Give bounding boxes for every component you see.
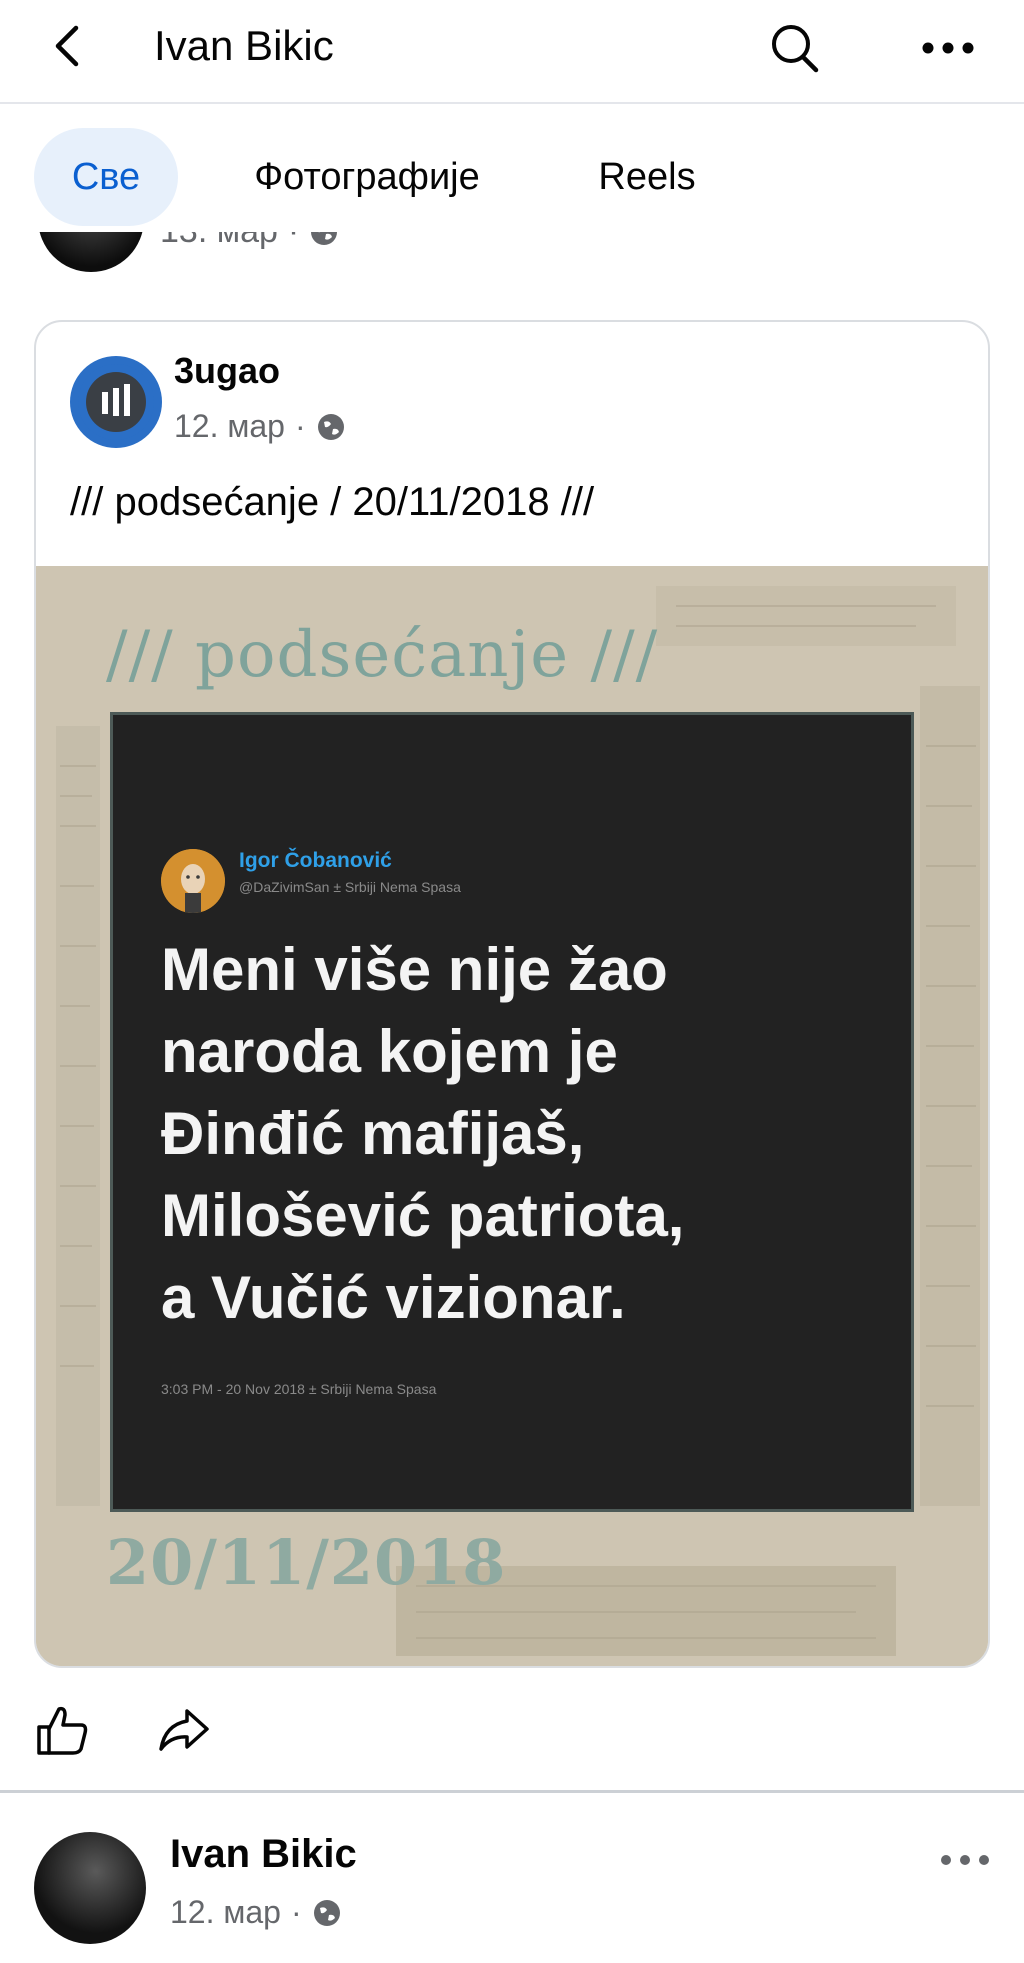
- globe-icon: [313, 1899, 340, 1926]
- tab-photos[interactable]: Фотографије: [222, 128, 512, 226]
- tweet-line: Meni više nije žao: [161, 936, 668, 1003]
- post-date[interactable]: 12. мар: [170, 1894, 281, 1931]
- post-meta: 12. мар ·: [170, 1894, 342, 1931]
- post-text: /// podsećanje / 20/11/2018 ///: [70, 480, 595, 524]
- share-icon: [159, 1709, 209, 1751]
- tweet-line: Đinđić mafijaš,: [161, 1100, 585, 1167]
- avatar[interactable]: [34, 1832, 146, 1944]
- tweet-line: Milošević patriota,: [161, 1182, 685, 1249]
- globe-icon: [317, 413, 344, 440]
- logo-icon: [78, 364, 154, 440]
- meta-separator: ·: [290, 1894, 302, 1930]
- tweet-author-avatar: [161, 849, 225, 913]
- image-title: /// podsećanje ///: [106, 618, 659, 692]
- post-meta: 13. мар ·: [160, 232, 339, 251]
- tweet-card: Igor Čobanović @DaZivimSan ± Srbiji Nema…: [110, 712, 914, 1512]
- page-name[interactable]: 3ugao: [174, 350, 280, 392]
- tweet-author-handle: @DaZivimSan ± Srbiji Nema Spasa: [239, 879, 461, 895]
- search-icon: [772, 25, 819, 73]
- more-button[interactable]: [912, 16, 984, 80]
- post-image[interactable]: /// podsećanje /// Igor Čobanović @DaZiv…: [36, 566, 988, 1666]
- globe-icon: [311, 232, 338, 245]
- avatar[interactable]: [38, 232, 144, 272]
- tweet-author-name: Igor Čobanović: [239, 849, 392, 872]
- tweet-timestamp: 3:03 PM - 20 Nov 2018 ± Srbiji Nema Spas…: [161, 1381, 437, 1397]
- meta-separator: ·: [288, 232, 299, 251]
- share-button[interactable]: [152, 1698, 216, 1762]
- post-actions: [0, 1690, 1024, 1770]
- chevron-left-icon: [55, 25, 79, 67]
- filter-tabs: Све Фотографије Reels: [0, 128, 1024, 232]
- page-title: Ivan Bikic: [154, 22, 334, 69]
- post-meta: 12. мар ·: [174, 408, 346, 445]
- more-horizontal-icon: [922, 42, 974, 54]
- meta-separator: ·: [294, 408, 306, 444]
- post-divider: [0, 1790, 1024, 1793]
- top-bar: Ivan Bikic: [0, 0, 1024, 104]
- thumbs-up-icon: [37, 1706, 88, 1755]
- next-post-header: Ivan Bikic 12. мар ·: [0, 1796, 1024, 1963]
- shared-post-card[interactable]: 3ugao 12. мар · /// podsećanje / 20/11/2…: [34, 320, 990, 1668]
- post-date[interactable]: 13. мар: [160, 232, 278, 251]
- tweet-line: a Vučić vizionar.: [161, 1264, 626, 1331]
- more-horizontal-icon: [941, 1855, 989, 1865]
- previous-post-header: 13. мар ·: [0, 232, 1024, 290]
- tweet-line: naroda kojem je: [161, 1018, 618, 1085]
- image-date: 20/11/2018: [106, 1526, 507, 1599]
- like-button[interactable]: [30, 1698, 94, 1762]
- post-more-button[interactable]: [930, 1840, 1000, 1880]
- tweet-text: Meni više nije žao naroda kojem je Đinđi…: [161, 929, 901, 1339]
- post-date[interactable]: 12. мар: [174, 408, 285, 445]
- page-avatar[interactable]: [70, 356, 162, 448]
- person-icon: [161, 849, 225, 913]
- back-button[interactable]: [40, 18, 96, 74]
- tab-all[interactable]: Све: [34, 128, 178, 226]
- tab-reels[interactable]: Reels: [572, 128, 722, 226]
- search-button[interactable]: [762, 16, 826, 80]
- post-author-name[interactable]: Ivan Bikic: [170, 1832, 357, 1877]
